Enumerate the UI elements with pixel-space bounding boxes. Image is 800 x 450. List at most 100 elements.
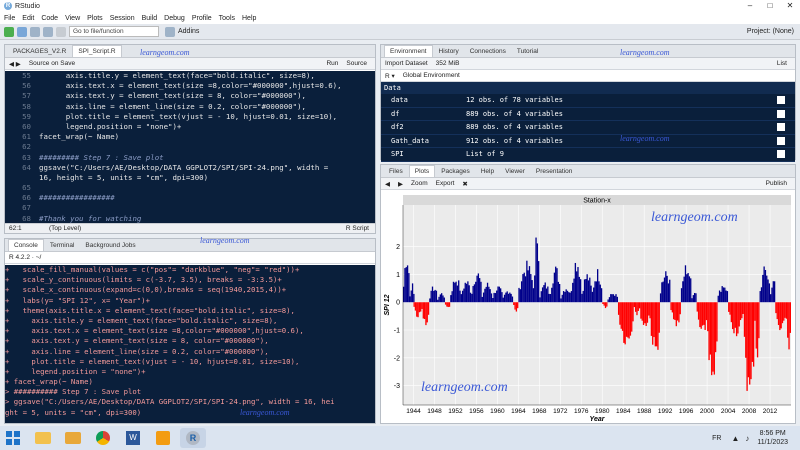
code-editor[interactable]: 55 axis.title.y = element_text(face="bol… <box>5 71 375 223</box>
env-tab-connections[interactable]: Connections <box>465 46 511 57</box>
view-grid-icon[interactable] <box>777 136 785 145</box>
network-icon[interactable]: ▲ <box>731 434 739 443</box>
addins-menu[interactable]: Addins <box>178 28 199 35</box>
list-view-select[interactable]: List <box>777 60 787 67</box>
remove-plot-icon[interactable]: ✖ <box>462 180 467 188</box>
view-grid-icon[interactable] <box>777 96 785 105</box>
code-text: ################# <box>39 193 115 203</box>
folder-icon[interactable] <box>60 428 86 448</box>
view-grid-icon[interactable] <box>777 123 785 132</box>
close-icon[interactable]: ✕ <box>780 0 800 12</box>
spi-bar <box>688 276 691 303</box>
editor-tab-packages-v2-r[interactable]: PACKAGES_V2.R <box>8 46 71 57</box>
spi-bar <box>482 292 485 303</box>
x-axis-label: Year <box>590 416 606 423</box>
menu-build[interactable]: Build <box>142 15 158 22</box>
code-text: ######### Step 7 : Save plot <box>39 152 164 162</box>
spi-bar <box>709 302 712 355</box>
plots-tab-presentation[interactable]: Presentation <box>531 166 578 177</box>
spi-bar <box>511 296 514 303</box>
spi-bar <box>720 291 722 303</box>
publish-button[interactable]: Publish <box>766 180 787 187</box>
import-dataset-button[interactable]: Import Dataset <box>385 60 428 67</box>
input-language[interactable]: FR <box>712 435 721 442</box>
print-icon[interactable] <box>56 26 66 37</box>
watermark: learngeom.com <box>240 408 290 417</box>
plots-tab-viewer[interactable]: Viewer <box>500 166 530 177</box>
env-row[interactable]: df 889 obs. of 4 variables <box>381 107 795 121</box>
new-file-icon[interactable] <box>4 26 14 37</box>
run-button[interactable]: Run <box>326 60 338 67</box>
file-explorer-icon[interactable] <box>30 428 56 448</box>
scope-indicator[interactable]: (Top Level) <box>49 225 346 232</box>
env-row[interactable]: df2 889 obs. of 4 variables <box>381 121 795 135</box>
minimize-icon[interactable]: – <box>740 0 760 12</box>
export-menu[interactable]: Export <box>436 180 455 187</box>
env-row[interactable]: data 12 obs. of 78 variables <box>381 94 795 108</box>
spi-bar <box>632 302 634 322</box>
menu-session[interactable]: Session <box>110 15 135 22</box>
menu-edit[interactable]: Edit <box>22 15 34 22</box>
r-icon[interactable]: R <box>180 428 206 448</box>
plots-tab-packages[interactable]: Packages <box>436 166 475 177</box>
spi-bar <box>586 274 588 303</box>
menu-debug[interactable]: Debug <box>164 15 185 22</box>
env-tab-history[interactable]: History <box>434 46 464 57</box>
spi-bar <box>430 290 432 303</box>
app-icon[interactable] <box>150 428 176 448</box>
console-line: + facet_wrap(~ Name) <box>5 377 93 387</box>
word-icon[interactable]: W <box>120 428 146 448</box>
view-grid-icon[interactable] <box>777 150 785 159</box>
menu-view[interactable]: View <box>65 15 80 22</box>
plots-tab-files[interactable]: Files <box>384 166 408 177</box>
plots-tab-plots[interactable]: Plots <box>408 165 436 177</box>
file-type[interactable]: R Script <box>346 225 369 232</box>
window-controls: – □ ✕ <box>740 0 800 12</box>
back-icon[interactable]: ◀ ▶ <box>9 60 21 68</box>
console-line: + scale_fill_manual(values = c("pos"= "d… <box>5 265 300 274</box>
spi-bar <box>708 302 710 361</box>
clock[interactable]: 8:56 PM 11/1/2023 <box>757 429 788 447</box>
spi-bar <box>594 281 596 303</box>
line-number: 67 <box>22 203 31 213</box>
code-text: facet_wrap(~ Name) <box>39 132 120 142</box>
plots-tab-help[interactable]: Help <box>476 166 499 177</box>
maximize-icon[interactable]: □ <box>760 0 780 12</box>
project-menu[interactable]: Project: (None) <box>747 28 794 35</box>
prev-plot-icon[interactable]: ◀ <box>385 180 390 188</box>
spi-bar <box>459 290 461 303</box>
menu-help[interactable]: Help <box>242 15 256 22</box>
global-environment-select[interactable]: Global Environment <box>403 72 460 79</box>
menu-code[interactable]: Code <box>41 15 58 22</box>
env-tab-environment[interactable]: Environment <box>384 45 433 57</box>
env-row[interactable]: Gath_data 912 obs. of 4 variables <box>381 134 795 148</box>
next-plot-icon[interactable]: ▶ <box>398 180 403 188</box>
start-icon[interactable] <box>0 428 26 448</box>
source-on-save-checkbox[interactable]: Source on Save <box>29 60 75 67</box>
save-icon[interactable] <box>30 26 40 37</box>
volume-icon[interactable]: ♪ <box>745 434 749 443</box>
console-output[interactable]: + scale_fill_manual(values = c("pos"= "d… <box>5 265 375 423</box>
zoom-button[interactable]: Zoom <box>411 180 428 187</box>
chrome-icon[interactable] <box>90 428 116 448</box>
console-tab-background-jobs[interactable]: Background Jobs <box>80 240 140 251</box>
menu-tools[interactable]: Tools <box>219 15 235 22</box>
code-line: 63 ######### Step 7 : Save plot <box>5 153 375 163</box>
grid-icon[interactable] <box>165 26 175 37</box>
language-select[interactable]: R ▾ <box>385 72 395 80</box>
save-all-icon[interactable] <box>43 26 53 37</box>
console-tab-console[interactable]: Console <box>8 239 44 251</box>
spi-bar <box>676 302 679 321</box>
memory-usage[interactable]: 352 MiB <box>436 60 460 67</box>
open-project-icon[interactable] <box>17 26 27 37</box>
menu-profile[interactable]: Profile <box>192 15 212 22</box>
goto-file-input[interactable]: Go to file/function <box>69 26 159 37</box>
menu-file[interactable]: File <box>4 15 15 22</box>
env-tab-tutorial[interactable]: Tutorial <box>512 46 543 57</box>
menu-plots[interactable]: Plots <box>87 15 103 22</box>
view-grid-icon[interactable] <box>777 109 785 118</box>
source-button[interactable]: Source <box>346 60 367 67</box>
editor-tab-spi-script-r[interactable]: SPI_Script.R <box>72 45 122 57</box>
console-tab-terminal[interactable]: Terminal <box>45 240 80 251</box>
env-row[interactable]: SPI List of 9 <box>381 148 795 162</box>
